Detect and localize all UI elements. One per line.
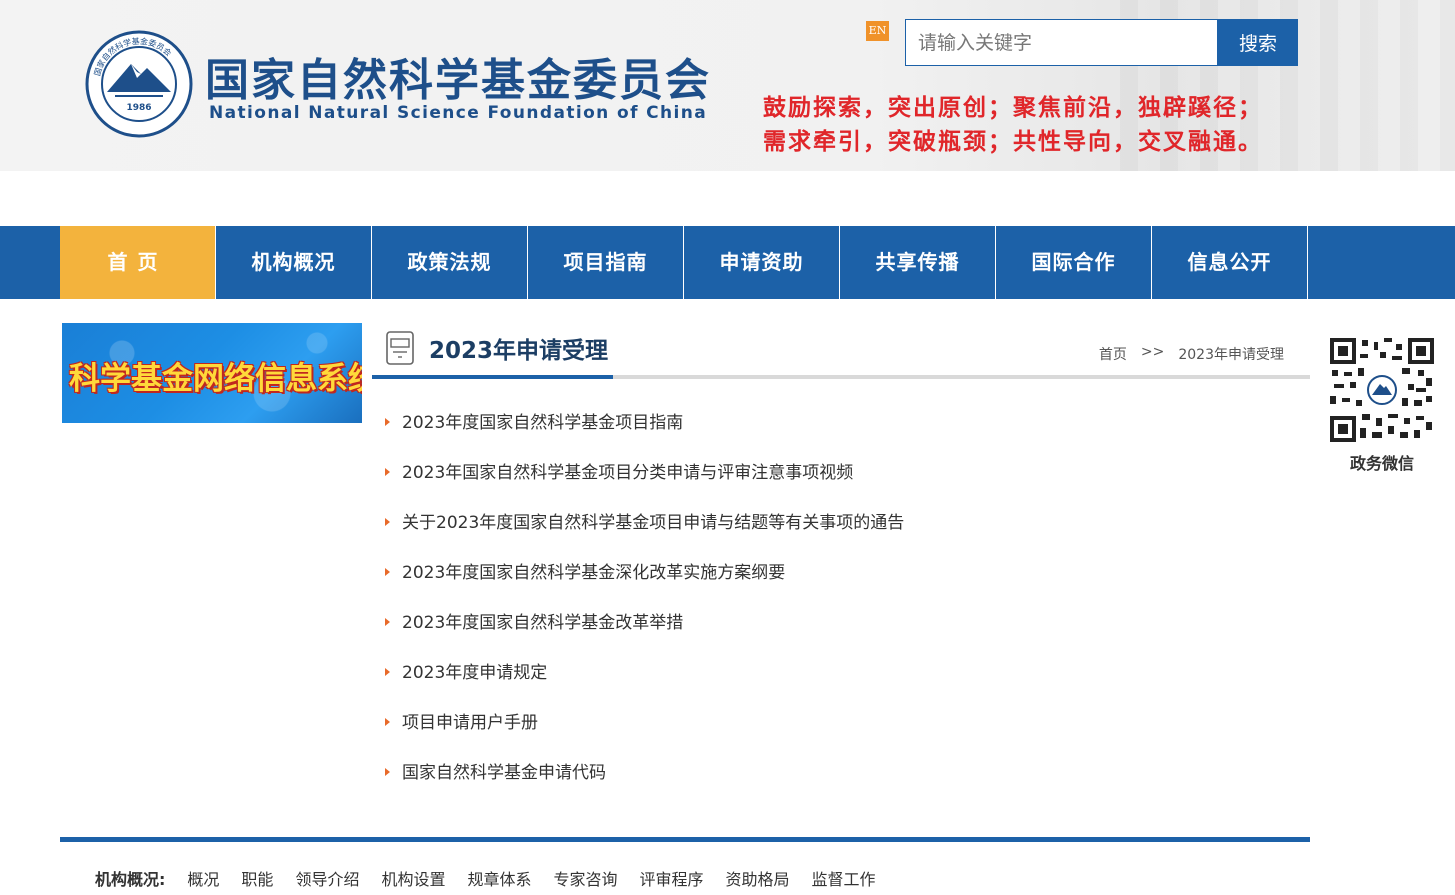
org-name-en[interactable]: National Natural Science Foundation of C… [209,103,707,123]
footer-link-regulations[interactable]: 规章体系 [467,866,531,890]
footer-link-supervision[interactable]: 监督工作 [812,866,876,890]
bullet-arrow-icon [385,568,390,576]
footer-divider [60,837,1310,842]
bullet-arrow-icon [385,618,390,626]
footer-link-funding-layout[interactable]: 资助格局 [726,866,790,890]
article-link[interactable]: 国家自然科学基金申请代码 [402,763,606,783]
site-header: 1986 国家自然科学基金委员会 国家自然科学基金委员会 National Na… [0,0,1455,171]
article-link[interactable]: 2023年度国家自然科学基金改革举措 [402,613,683,633]
nav-item-sharing[interactable]: 共享传播 [840,226,996,299]
page-title: 2023年申请受理 [429,338,609,364]
list-item[interactable]: 关于2023年度国家自然科学基金项目申请与结题等有关事项的通告 [382,500,1282,550]
org-name-cn[interactable]: 国家自然科学基金委员会 [205,44,711,108]
list-item[interactable]: 2023年度国家自然科学基金项目指南 [382,400,1282,450]
article-link[interactable]: 关于2023年度国家自然科学基金项目申请与结题等有关事项的通告 [402,513,904,533]
nav-item-policy[interactable]: 政策法规 [372,226,528,299]
list-item[interactable]: 国家自然科学基金申请代码 [382,750,1282,800]
isis-system-banner[interactable]: 科学基金网络信息系统 [62,323,362,423]
article-link[interactable]: 项目申请用户手册 [402,713,538,733]
bullet-arrow-icon [385,418,390,426]
footer-link-functions[interactable]: 职能 [241,866,273,890]
main-nav-list: 首页 机构概况 政策法规 项目指南 申请资助 共享传播 国际合作 信息公开 [60,226,1308,299]
footer-link-structure[interactable]: 机构设置 [381,866,445,890]
section-header: 2023年申请受理 首页 >> 2023年申请受理 [372,323,1310,381]
search-input[interactable] [905,19,1218,66]
breadcrumb: 首页 >> 2023年申请受理 [1099,344,1284,364]
nav-item-about[interactable]: 机构概况 [216,226,372,299]
banner-text: 科学基金网络信息系统 [69,361,362,397]
document-icon [386,331,414,365]
list-item[interactable]: 2023年国家自然科学基金项目分类申请与评审注意事项视频 [382,450,1282,500]
wechat-qr-code-icon [1330,338,1434,442]
article-link[interactable]: 2023年度国家自然科学基金深化改革实施方案纲要 [402,563,785,583]
search-button[interactable]: 搜索 [1218,19,1298,66]
emblem-year: 1986 [126,103,151,113]
slogan-line-1: 鼓励探索，突出原创；聚焦前沿，独辟蹊径； [763,94,1263,121]
article-list: 2023年度国家自然科学基金项目指南 2023年国家自然科学基金项目分类申请与评… [382,400,1282,800]
qr-code-label: 政务微信 [1349,454,1414,473]
bullet-arrow-icon [385,668,390,676]
nav-item-home[interactable]: 首页 [60,226,216,299]
nav-item-disclosure[interactable]: 信息公开 [1152,226,1308,299]
bullet-arrow-icon [385,468,390,476]
footer-link-expert-consult[interactable]: 专家咨询 [553,866,617,890]
article-link[interactable]: 2023年国家自然科学基金项目分类申请与评审注意事项视频 [402,463,853,483]
list-item[interactable]: 2023年度申请规定 [382,650,1282,700]
footer-link-review-process[interactable]: 评审程序 [640,866,704,890]
list-item[interactable]: 2023年度国家自然科学基金深化改革实施方案纲要 [382,550,1282,600]
bullet-arrow-icon [385,768,390,776]
footer-link-leadership[interactable]: 领导介绍 [295,866,359,890]
list-item[interactable]: 2023年度国家自然科学基金改革举措 [382,600,1282,650]
nav-item-international[interactable]: 国际合作 [996,226,1152,299]
breadcrumb-current: 2023年申请受理 [1178,347,1284,363]
nav-item-guide[interactable]: 项目指南 [528,226,684,299]
section-divider-accent [372,375,613,379]
list-item[interactable]: 项目申请用户手册 [382,700,1282,750]
breadcrumb-home-link[interactable]: 首页 [1099,344,1127,364]
bullet-arrow-icon [385,518,390,526]
article-link[interactable]: 2023年度申请规定 [402,663,547,683]
english-version-button[interactable]: EN [866,21,889,41]
footer-heading: 机构概况: [95,870,166,889]
breadcrumb-separator: >> [1140,344,1165,360]
slogan-line-2: 需求牵引，突破瓶颈；共性导向，交叉融通。 [763,128,1263,155]
main-nav: 首页 机构概况 政策法规 项目指南 申请资助 共享传播 国际合作 信息公开 [0,226,1455,299]
article-link[interactable]: 2023年度国家自然科学基金项目指南 [402,413,683,433]
bullet-arrow-icon [385,718,390,726]
nav-item-apply[interactable]: 申请资助 [684,226,840,299]
footer-links: 机构概况: 概况 职能 领导介绍 机构设置 规章体系 专家咨询 评审程序 资助格… [95,866,876,890]
footer-link-overview[interactable]: 概况 [187,866,219,890]
nsfc-emblem-icon: 1986 国家自然科学基金委员会 [85,30,193,138]
